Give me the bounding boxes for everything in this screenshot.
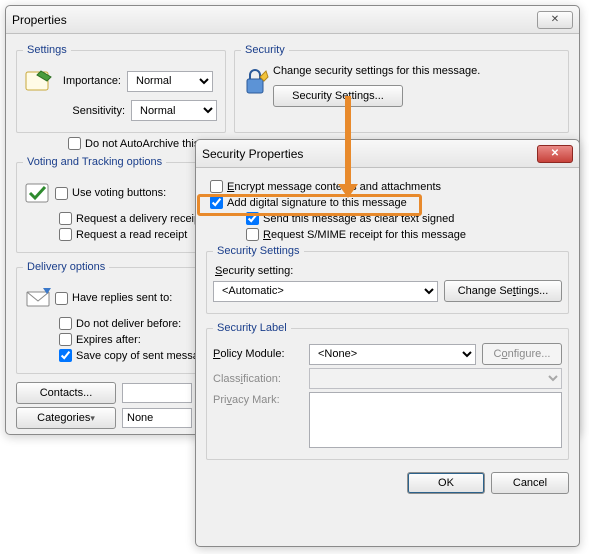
smime-receipt-label: Request S/MIME receipt for this messageR…: [263, 229, 466, 241]
security-label-legend: Security Label: [213, 322, 291, 334]
cleartext-label: Send this message as clear text signed: [263, 213, 454, 225]
importance-label: Importance:: [55, 75, 127, 87]
note-icon: [23, 65, 55, 97]
security-setting-label: Security setting:Security setting:: [215, 265, 562, 277]
security-properties-client: EEncrypt message contents and attachment…: [196, 168, 579, 507]
save-copy-checkbox[interactable]: [59, 349, 72, 362]
vote-icon: [23, 177, 55, 209]
not-before-label: Do not deliver before:: [76, 318, 181, 330]
properties-title: Properties: [12, 13, 533, 27]
expires-after-checkbox[interactable]: [59, 333, 72, 346]
security-properties-window: Security Properties ✕ EEncrypt message c…: [195, 139, 580, 547]
policy-module-label: Policy Module:Policy Module:: [213, 348, 303, 360]
cleartext-checkbox[interactable]: [246, 212, 259, 225]
configure-button[interactable]: Configure...Configure...: [482, 343, 562, 365]
sensitivity-select[interactable]: Normal: [131, 100, 217, 121]
security-description: Change security settings for this messag…: [273, 65, 562, 77]
security-group: Security Change security settings for th…: [234, 44, 569, 133]
privacy-mark-textarea[interactable]: [309, 392, 562, 448]
security-settings-legend: Security Settings: [213, 245, 304, 257]
properties-titlebar: Properties ✕: [6, 6, 579, 34]
delivery-icon: [23, 282, 55, 314]
encrypt-label: EEncrypt message contents and attachment…: [227, 181, 441, 193]
security-settings-button[interactable]: Security Settings...: [273, 85, 403, 107]
importance-select[interactable]: Normal: [127, 71, 213, 92]
security-setting-select[interactable]: <Automatic>: [213, 281, 438, 302]
read-receipt-label: Request a read receipt: [76, 229, 187, 241]
categories-button[interactable]: Categories: [16, 407, 116, 429]
delivery-receipt-checkbox[interactable]: [59, 212, 72, 225]
cancel-button[interactable]: Cancel: [491, 472, 569, 494]
lock-icon: [241, 65, 273, 97]
security-settings-group: Security Settings Security setting:Secur…: [206, 245, 569, 314]
delivery-options-legend: Delivery options: [23, 261, 109, 273]
policy-module-select[interactable]: <None>: [309, 344, 476, 365]
expires-after-label: Expires after:: [76, 334, 141, 346]
properties-close-button[interactable]: ✕: [537, 11, 573, 29]
settings-legend: Settings: [23, 44, 71, 56]
classification-label: Classification:Classification:: [213, 373, 303, 385]
close-icon: ✕: [551, 148, 559, 159]
delivery-receipt-label: Request a delivery receipt: [76, 213, 203, 225]
read-receipt-checkbox[interactable]: [59, 228, 72, 241]
not-before-checkbox[interactable]: [59, 317, 72, 330]
use-voting-checkbox[interactable]: [55, 187, 68, 200]
security-properties-title: Security Properties: [202, 147, 533, 161]
security-properties-titlebar: Security Properties ✕: [196, 140, 579, 168]
contacts-button[interactable]: Contacts...: [16, 382, 116, 404]
autoarchive-checkbox[interactable]: [68, 137, 81, 150]
settings-group: Settings Importance: Normal Sensitivity:…: [16, 44, 226, 133]
ok-button[interactable]: OK: [407, 472, 485, 494]
have-replies-label: Have replies sent to:: [72, 292, 172, 304]
security-properties-close-button[interactable]: ✕: [537, 145, 573, 163]
digital-signature-checkbox[interactable]: [210, 196, 223, 209]
encrypt-checkbox[interactable]: [210, 180, 223, 193]
smime-receipt-checkbox[interactable]: [246, 228, 259, 241]
change-settings-button[interactable]: Change Settings...Change Settings...: [444, 280, 562, 302]
close-icon: ✕: [551, 14, 559, 25]
classification-select[interactable]: [309, 368, 562, 389]
privacy-mark-label: Privacy Mark:Privacy Mark:: [213, 392, 303, 406]
security-legend: Security: [241, 44, 289, 56]
contacts-input[interactable]: [122, 383, 192, 403]
have-replies-checkbox[interactable]: [55, 292, 68, 305]
digital-signature-label: Add digital signature to this message: [227, 197, 407, 209]
security-label-group: Security Label Policy Module:Policy Modu…: [206, 322, 569, 460]
use-voting-label: Use voting buttons:: [72, 187, 166, 199]
categories-input[interactable]: [122, 408, 192, 428]
voting-tracking-legend: Voting and Tracking options: [23, 156, 166, 168]
sensitivity-label: Sensitivity:: [59, 105, 131, 117]
